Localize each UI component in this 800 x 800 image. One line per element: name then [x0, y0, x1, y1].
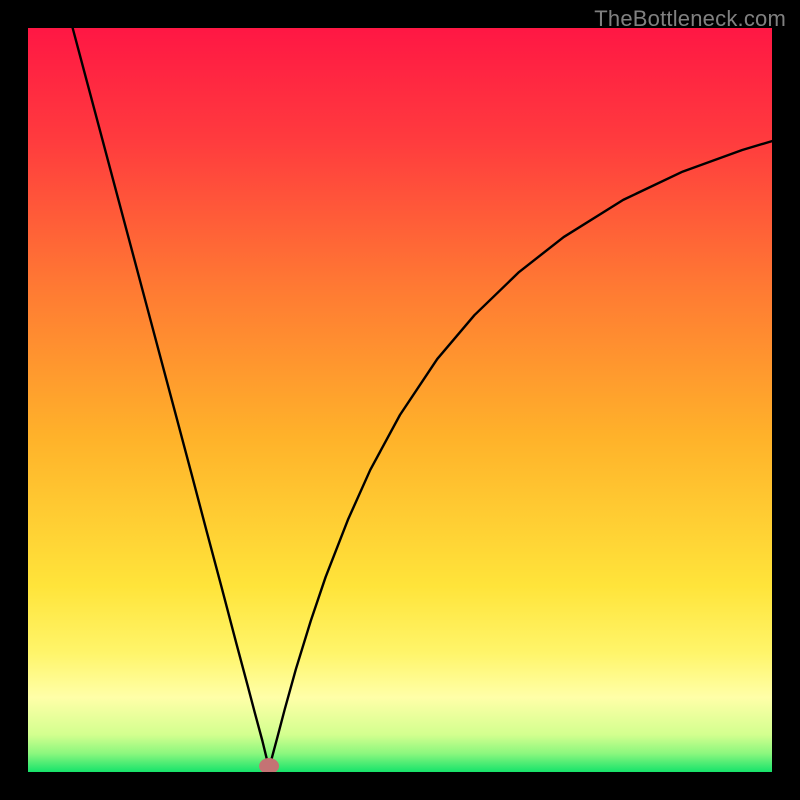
gradient-background: [28, 28, 772, 772]
watermark-text: TheBottleneck.com: [594, 6, 786, 32]
chart-svg: [28, 28, 772, 772]
chart-frame: TheBottleneck.com: [0, 0, 800, 800]
plot-area: [28, 28, 772, 772]
